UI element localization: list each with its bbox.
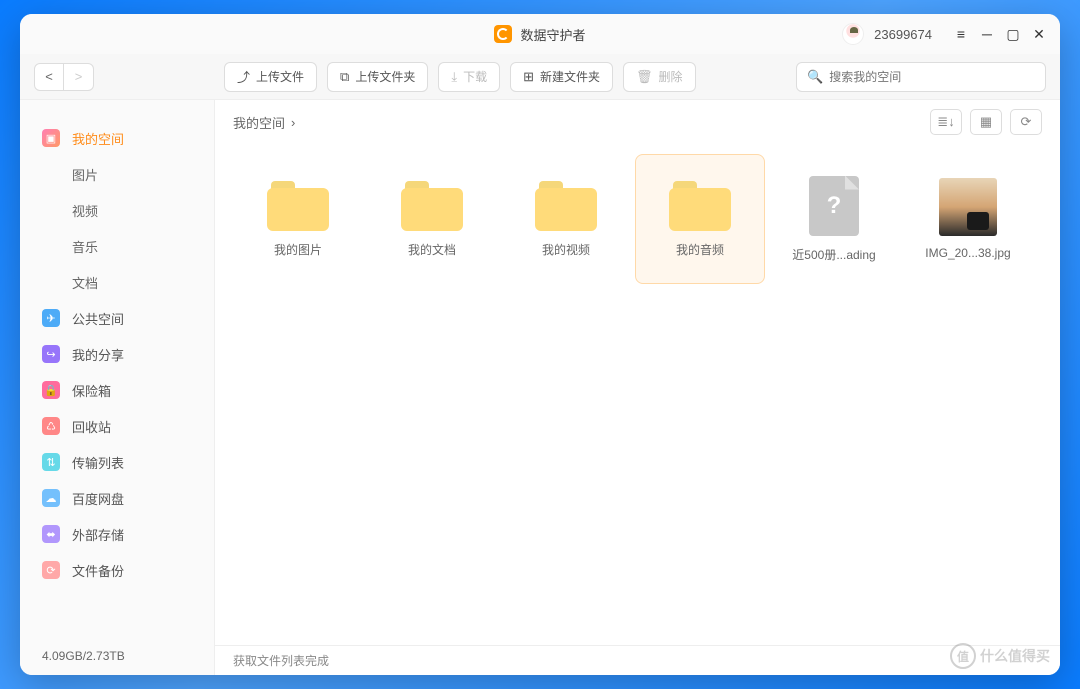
statusbar: 获取文件列表完成 [215, 645, 1060, 675]
avatar[interactable] [842, 23, 864, 45]
folder-item[interactable]: 我的图片 [233, 154, 363, 284]
close-button[interactable]: ✕ [1028, 23, 1050, 45]
download-button[interactable]: ⤓下载 [438, 62, 500, 92]
sidebar-item-share[interactable]: ↪我的分享 [20, 336, 214, 372]
external-icon: ⬌ [42, 525, 60, 543]
space-icon: ▣ [42, 129, 60, 147]
share-icon: ↪ [42, 345, 60, 363]
username: 23699674 [874, 27, 932, 42]
transfer-icon: ⇅ [42, 453, 60, 471]
body-area: ▣我的空间 图片 视频 音乐 文档 ✈公共空间 ↪我的分享 🔒保险箱 ♺回收站 … [20, 100, 1060, 675]
nav-group: < > [34, 63, 94, 91]
grid-view-button[interactable]: ▦ [970, 109, 1002, 135]
folder-icon [267, 181, 329, 231]
upload-folder-button[interactable]: ⧉上传文件夹 [327, 62, 428, 92]
delete-button[interactable]: 🗑删除 [623, 62, 696, 92]
trash-icon: 🗑 [636, 69, 653, 85]
folder-item[interactable]: 我的音频 [635, 154, 765, 284]
new-folder-button[interactable]: ⊞新建文件夹 [510, 62, 613, 92]
new-folder-icon: ⊞ [523, 69, 534, 85]
baidu-icon: ☁ [42, 489, 60, 507]
sidebar-item-external[interactable]: ⬌外部存储 [20, 516, 214, 552]
breadcrumb[interactable]: 我的空间› [233, 113, 295, 132]
sort-button[interactable]: ≣↓ [930, 109, 962, 135]
sidebar-item-safe[interactable]: 🔒保险箱 [20, 372, 214, 408]
app-icon [494, 25, 512, 43]
refresh-button[interactable]: ⟳ [1010, 109, 1042, 135]
sidebar-item-pictures[interactable]: 图片 [20, 156, 214, 192]
app-window: 数据守护者 23699674 ≡ ─ ▢ ✕ < > ⤴上传文件 ⧉上传文件夹 … [20, 14, 1060, 675]
nav-forward-button[interactable]: > [64, 63, 94, 91]
file-icon: ? [809, 176, 859, 236]
search-icon: 🔍 [807, 69, 823, 85]
sidebar-list: ▣我的空间 图片 视频 音乐 文档 ✈公共空间 ↪我的分享 🔒保险箱 ♺回收站 … [20, 100, 214, 637]
maximize-button[interactable]: ▢ [1002, 23, 1024, 45]
image-item[interactable]: IMG_20...38.jpg [903, 154, 1033, 284]
backup-icon: ⟳ [42, 561, 60, 579]
folder-item[interactable]: 我的文档 [367, 154, 497, 284]
main-panel: 我的空间› ≣↓ ▦ ⟳ 我的图片 我的文档 我的视频 我的音频 ?近500册.… [215, 100, 1060, 675]
title-center: 数据守护者 [494, 25, 585, 44]
storage-info: 4.09GB/2.73TB [20, 637, 214, 675]
window-controls: ≡ ─ ▢ ✕ [950, 23, 1050, 45]
sidebar-item-videos[interactable]: 视频 [20, 192, 214, 228]
title-right: 23699674 ≡ ─ ▢ ✕ [842, 23, 1050, 45]
chevron-right-icon: › [291, 115, 295, 130]
view-controls: ≣↓ ▦ ⟳ [930, 109, 1042, 135]
file-grid: 我的图片 我的文档 我的视频 我的音频 ?近500册...ading IMG_2… [215, 144, 1060, 645]
upload-icon: ⤴ [237, 67, 250, 86]
recycle-icon: ♺ [42, 417, 60, 435]
minimize-button[interactable]: ─ [976, 23, 998, 45]
sidebar-item-transfer[interactable]: ⇅传输列表 [20, 444, 214, 480]
app-title: 数据守护者 [520, 25, 585, 44]
file-item[interactable]: ?近500册...ading [769, 154, 899, 284]
menu-icon[interactable]: ≡ [950, 23, 972, 45]
image-thumbnail [939, 178, 997, 236]
upload-file-button[interactable]: ⤴上传文件 [224, 62, 317, 92]
sidebar-item-baidu[interactable]: ☁百度网盘 [20, 480, 214, 516]
folder-icon [535, 181, 597, 231]
folder-item[interactable]: 我的视频 [501, 154, 631, 284]
nav-back-button[interactable]: < [34, 63, 64, 91]
sidebar-item-public[interactable]: ✈公共空间 [20, 300, 214, 336]
search-input[interactable] [829, 70, 1035, 84]
sidebar-item-myspace[interactable]: ▣我的空间 [20, 120, 214, 156]
sidebar-item-docs[interactable]: 文档 [20, 264, 214, 300]
titlebar: 数据守护者 23699674 ≡ ─ ▢ ✕ [20, 14, 1060, 54]
folder-upload-icon: ⧉ [340, 69, 349, 85]
safe-icon: 🔒 [42, 381, 60, 399]
breadcrumb-row: 我的空间› ≣↓ ▦ ⟳ [215, 100, 1060, 144]
sidebar-item-backup[interactable]: ⟳文件备份 [20, 552, 214, 588]
folder-icon [669, 181, 731, 231]
sidebar-item-music[interactable]: 音乐 [20, 228, 214, 264]
public-icon: ✈ [42, 309, 60, 327]
sidebar: ▣我的空间 图片 视频 音乐 文档 ✈公共空间 ↪我的分享 🔒保险箱 ♺回收站 … [20, 100, 215, 675]
download-icon: ⤓ [451, 69, 457, 85]
toolbar: < > ⤴上传文件 ⧉上传文件夹 ⤓下载 ⊞新建文件夹 🗑删除 🔍 [20, 54, 1060, 100]
folder-icon [401, 181, 463, 231]
sidebar-item-trash[interactable]: ♺回收站 [20, 408, 214, 444]
search-box[interactable]: 🔍 [796, 62, 1046, 92]
watermark: 什么值得买 [950, 643, 1050, 669]
